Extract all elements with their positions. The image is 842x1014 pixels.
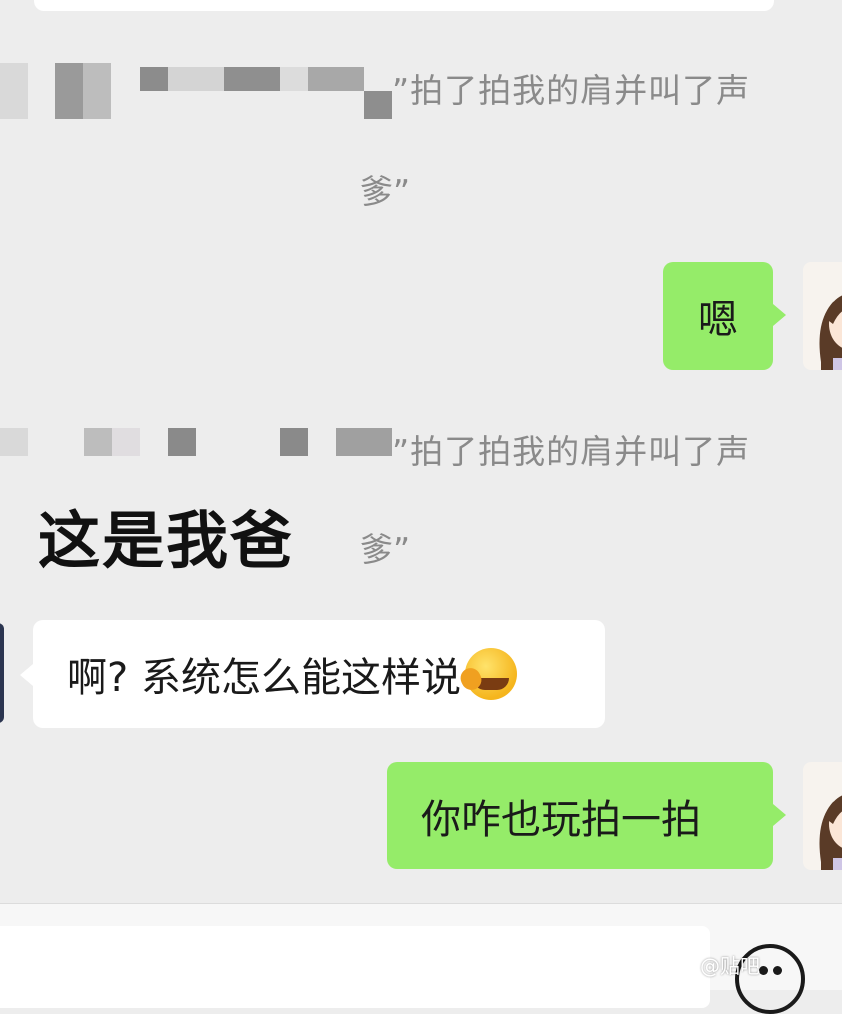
- my-avatar[interactable]: [803, 762, 842, 870]
- contact-avatar[interactable]: [0, 623, 4, 723]
- pat-notice-text: ”拍了拍我的肩并叫了声: [392, 71, 751, 110]
- bubble-tail: [773, 804, 786, 826]
- pat-notice-1: ”拍了拍我的肩并叫了声 爹”: [0, 55, 842, 255]
- blurred-name: [83, 63, 111, 119]
- blurred-name: [168, 67, 224, 91]
- message-text: 啊? 系统怎么能这样说: [67, 655, 461, 701]
- message-text: 嗯: [698, 297, 738, 343]
- message-input[interactable]: [0, 926, 710, 1008]
- blurred-name: [280, 428, 308, 456]
- previous-message-bubble: [34, 0, 774, 11]
- facepalm-laughing-emoji-icon: [464, 648, 517, 700]
- blurred-name: [55, 63, 83, 119]
- blurred-name: [224, 67, 280, 91]
- overlay-caption: 这是我爸: [38, 504, 295, 577]
- blurred-name: [364, 91, 392, 119]
- my-message-bubble[interactable]: 你咋也玩拍一拍: [387, 762, 773, 869]
- my-message-bubble[interactable]: 嗯: [663, 262, 773, 370]
- bubble-tail: [20, 664, 33, 686]
- my-avatar[interactable]: [803, 262, 842, 370]
- blurred-name: [336, 428, 392, 456]
- blurred-name: [168, 428, 196, 456]
- bubble-tail: [773, 304, 786, 326]
- pat-notice-text: ”拍了拍我的肩并叫了声: [392, 432, 751, 471]
- blurred-name: [112, 428, 140, 456]
- blurred-name: [0, 428, 28, 456]
- blurred-name: [84, 428, 112, 456]
- blurred-name: [140, 67, 168, 91]
- their-message-bubble[interactable]: 啊? 系统怎么能这样说: [33, 620, 605, 728]
- smiley-eye: [759, 966, 768, 975]
- pat-notice-text-line2: 爹”: [360, 530, 411, 569]
- pat-notice-text-line2: 爹”: [360, 172, 411, 211]
- watermark: @贴吧: [700, 954, 760, 978]
- smiley-eye: [773, 966, 782, 975]
- blurred-name: [280, 67, 308, 91]
- blurred-name: [308, 67, 364, 91]
- blurred-name: [0, 63, 28, 119]
- message-text: 你咋也玩拍一拍: [421, 796, 701, 843]
